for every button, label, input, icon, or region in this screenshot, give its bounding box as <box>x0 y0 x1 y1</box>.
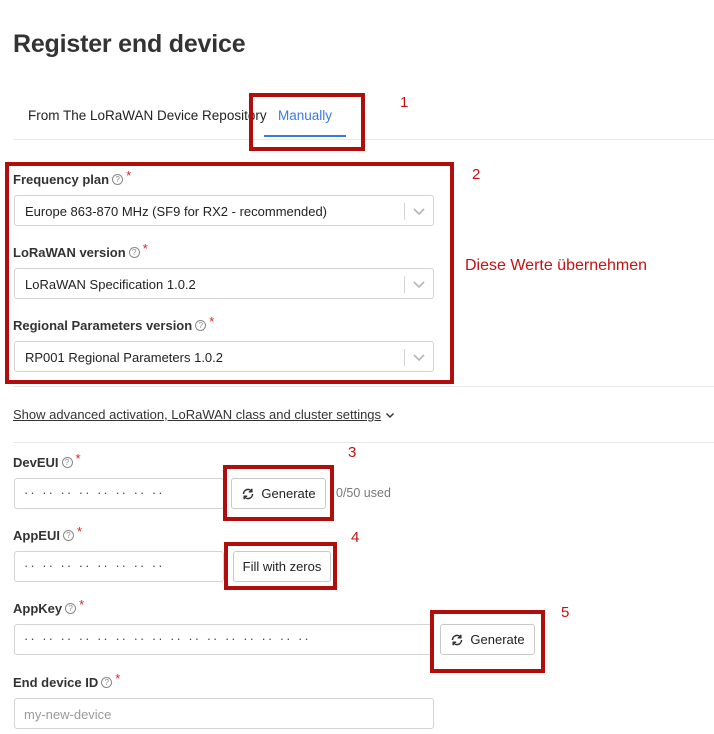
help-icon[interactable]: ? <box>62 530 74 541</box>
page-title: Register end device <box>13 30 246 58</box>
required-marker: * <box>76 524 83 539</box>
annotation-number-1: 1 <box>400 94 409 111</box>
end-device-id-label-text: End device ID <box>13 675 99 690</box>
deveui-usage-counter: 0/50 used <box>336 486 391 500</box>
deveui-label-text: DevEUI <box>13 455 59 470</box>
appkey-input[interactable]: ·· ·· ·· ·· ·· ·· ·· ·· ·· ·· ·· ·· ·· ·… <box>14 624 432 655</box>
appeui-label: AppEUI ? * <box>13 524 82 543</box>
annotation-box-2 <box>5 162 454 384</box>
advanced-settings-label: Show advanced activation, LoRaWAN class … <box>13 407 382 422</box>
deveui-value: ·· ·· ·· ·· ·· ·· ·· ·· <box>24 485 165 500</box>
help-icon[interactable]: ? <box>65 603 77 614</box>
annotation-box-4 <box>224 542 337 590</box>
appeui-input[interactable]: ·· ·· ·· ·· ·· ·· ·· ·· <box>14 551 224 582</box>
annotation-number-3: 3 <box>348 444 357 461</box>
required-marker: * <box>79 597 85 612</box>
required-marker: * <box>75 451 81 466</box>
annotation-box-5 <box>430 610 545 673</box>
appkey-value: ·· ·· ·· ·· ·· ·· ·· ·· ·· ·· ·· ·· ·· ·… <box>24 631 311 646</box>
end-device-id-input[interactable]: my-new-device <box>14 698 434 729</box>
annotation-box-3 <box>223 465 334 521</box>
annotation-number-5: 5 <box>561 604 570 621</box>
required-marker: * <box>115 671 121 686</box>
deveui-input[interactable]: ·· ·· ·· ·· ·· ·· ·· ·· <box>14 478 224 509</box>
advanced-settings-toggle[interactable]: Show advanced activation, LoRaWAN class … <box>13 407 395 422</box>
help-icon[interactable]: ? <box>61 457 73 468</box>
appkey-label: AppKey ? * <box>13 597 84 616</box>
annotation-box-1 <box>249 93 365 151</box>
end-device-id-placeholder: my-new-device <box>24 707 112 722</box>
deveui-label: DevEUI ? * <box>13 451 81 470</box>
appkey-label-text: AppKey <box>13 601 63 616</box>
end-device-id-label: End device ID ? * <box>13 671 120 690</box>
annotation-number-4: 4 <box>351 529 360 546</box>
appeui-value: ·· ·· ·· ·· ·· ·· ·· ·· <box>24 558 165 573</box>
section-divider <box>13 442 714 443</box>
help-icon[interactable]: ? <box>101 677 113 688</box>
tab-device-repository[interactable]: From The LoRaWAN Device Repository <box>28 108 267 123</box>
appeui-label-text: AppEUI <box>13 528 60 543</box>
annotation-number-2: 2 <box>472 166 481 183</box>
section-divider <box>13 386 714 387</box>
annotation-note: Diese Werte übernehmen <box>465 257 648 274</box>
chevron-down-icon <box>386 412 395 418</box>
